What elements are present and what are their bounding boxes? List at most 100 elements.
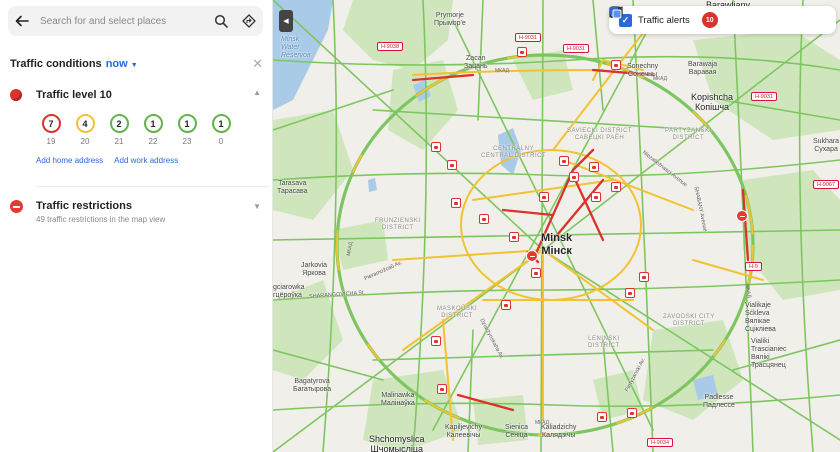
- road-works-icon[interactable]: [559, 156, 569, 166]
- forecast-item: 1 0: [204, 114, 238, 146]
- road-works-icon[interactable]: [501, 300, 511, 310]
- accident-icon[interactable]: [539, 192, 549, 202]
- accident-icon[interactable]: [639, 272, 649, 282]
- add-work-link[interactable]: Add work address: [114, 156, 178, 165]
- road-shield: H-9031: [563, 44, 590, 53]
- forecast-hour: 21: [114, 137, 124, 146]
- district-label: SAVIECKI DISTRICT САВЕЦКІ РАЁН: [567, 128, 633, 141]
- forecast-level: 7: [41, 114, 61, 133]
- place-label: Prymorje Прымор'е: [434, 12, 466, 28]
- district-label: PARTYZANSKI DISTRICT: [665, 128, 712, 141]
- traffic-conditions-title: Traffic conditions: [10, 58, 102, 70]
- road-works-icon[interactable]: [569, 172, 579, 182]
- road-works-icon[interactable]: [479, 214, 489, 224]
- place-label: Kaliadzichy Калядзічы: [541, 424, 577, 440]
- time-selector-label: now: [105, 58, 128, 70]
- road-shield: H-9031: [515, 33, 542, 42]
- traffic-level-badge[interactable]: 10: [701, 12, 718, 28]
- no-entry-icon: [10, 200, 23, 213]
- road-works-icon[interactable]: [591, 192, 601, 202]
- place-label: Kapiljevichy Калеевічы: [445, 424, 482, 440]
- forecast-level: 2: [109, 114, 129, 133]
- ring-road-label: МКАД: [495, 68, 509, 74]
- route-icon[interactable]: [235, 6, 263, 36]
- traffic-panel: Traffic conditions now ▼ ✕ Traffic level…: [0, 0, 273, 452]
- search-input[interactable]: [36, 6, 207, 36]
- place-label: Tarasava Тарасава: [277, 180, 308, 196]
- city-label: Minsk Мінск: [541, 232, 573, 257]
- road-works-icon[interactable]: [611, 60, 621, 70]
- road-works-icon[interactable]: [517, 47, 527, 57]
- forecast-hour: 0: [218, 137, 224, 146]
- forecast-level: 4: [75, 114, 95, 133]
- ring-road-label: МКАД: [653, 76, 667, 82]
- restrictions-subtitle: 49 traffic restrictions in the map view: [36, 215, 166, 224]
- road-closed-icon[interactable]: [736, 210, 748, 222]
- road-works-icon[interactable]: [531, 268, 541, 278]
- address-links: Add home address Add work address: [36, 156, 178, 165]
- road-works-icon[interactable]: [509, 232, 519, 242]
- place-label: Sienica Сеніца: [505, 424, 528, 440]
- road-closed-icon[interactable]: [526, 250, 538, 262]
- place-label: Zacan Зацань: [464, 55, 488, 71]
- place-label: Vialikaje Sćkleva Вялікае Сцікліева: [745, 302, 776, 334]
- place-label: Jarkovia Яркова: [301, 262, 328, 278]
- place-label: Padlesse Падлессе: [703, 394, 735, 410]
- traffic-forecast: 7 19 4 20 2 21 1 22 1 23 1 0: [34, 114, 238, 146]
- accident-icon[interactable]: [447, 160, 457, 170]
- map-view[interactable]: ◀ ✓ Traffic alerts 10 Barawliany Prymorj…: [273, 0, 840, 452]
- search-icon[interactable]: [207, 6, 235, 36]
- restrictions-title: Traffic restrictions: [36, 200, 132, 212]
- map-canvas: [273, 0, 840, 452]
- place-label: Barawaja Варавая: [688, 61, 718, 77]
- road-works-icon[interactable]: [431, 142, 441, 152]
- forecast-hour: 22: [148, 137, 158, 146]
- caret-down-icon: ▼: [130, 62, 138, 69]
- road-works-icon[interactable]: [597, 412, 607, 422]
- place-label: Shchomyslica Шчомысліца: [369, 434, 425, 452]
- road-works-icon[interactable]: [431, 336, 441, 346]
- chevron-down-icon[interactable]: ▼: [253, 202, 261, 211]
- place-label: gciarowka гцёроўка: [273, 284, 305, 300]
- road-shield: H-9067: [813, 180, 840, 189]
- forecast-item: 2 21: [102, 114, 136, 146]
- district-label: FRUNZIENSKI DISTRICT: [375, 218, 421, 231]
- road-works-icon[interactable]: [627, 408, 637, 418]
- forecast-item: 1 23: [170, 114, 204, 146]
- forecast-item: 4 20: [68, 114, 102, 146]
- district-label: MASKOŬSKI DISTRICT: [437, 306, 478, 319]
- back-arrow-icon[interactable]: [8, 6, 36, 36]
- place-label: Vialiki Trascianiec Вялікі Трасцянец: [751, 338, 787, 370]
- chevron-up-icon[interactable]: ▲: [253, 88, 261, 97]
- collapse-panel-button[interactable]: ◀: [279, 10, 293, 32]
- parks: [273, 0, 840, 452]
- road-works-icon[interactable]: [625, 288, 635, 298]
- road-works-icon[interactable]: [611, 182, 621, 192]
- traffic-level-row[interactable]: Traffic level 10 ▲: [10, 86, 265, 104]
- traffic-alerts-label: Traffic alerts: [638, 14, 690, 26]
- time-selector[interactable]: now ▼: [106, 58, 138, 70]
- road-works-icon[interactable]: [589, 162, 599, 172]
- add-home-link[interactable]: Add home address: [36, 156, 103, 165]
- accident-icon[interactable]: [451, 198, 461, 208]
- road-works-icon[interactable]: [437, 384, 447, 394]
- forecast-item: 7 19: [34, 114, 68, 146]
- road-shield: H-9: [745, 262, 762, 271]
- forecast-hour: 20: [80, 137, 90, 146]
- forecast-level: 1: [211, 114, 231, 133]
- water-label: Minsk Water Reservoir: [281, 36, 311, 60]
- search-bar: [8, 6, 263, 36]
- road-shield: H-9034: [647, 438, 674, 447]
- close-icon[interactable]: ✕: [252, 56, 263, 72]
- traffic-level-indicator: [10, 89, 22, 101]
- traffic-level-label: Traffic level 10: [36, 89, 112, 101]
- district-label: CENTRALNY CENTRAL DISTRICT: [481, 146, 547, 159]
- place-label: Kopishcha Копішча: [691, 92, 734, 113]
- place-label: Bagatyrova Багатырова: [293, 378, 332, 394]
- forecast-hour: 19: [46, 137, 56, 146]
- traffic-conditions-header: Traffic conditions now ▼ ✕: [10, 56, 265, 72]
- forecast-item: 1 22: [136, 114, 170, 146]
- road-shield: H-9038: [377, 42, 404, 51]
- chevron-left-icon: ◀: [283, 18, 289, 25]
- place-label: Malinawka Малінаўка: [381, 392, 415, 408]
